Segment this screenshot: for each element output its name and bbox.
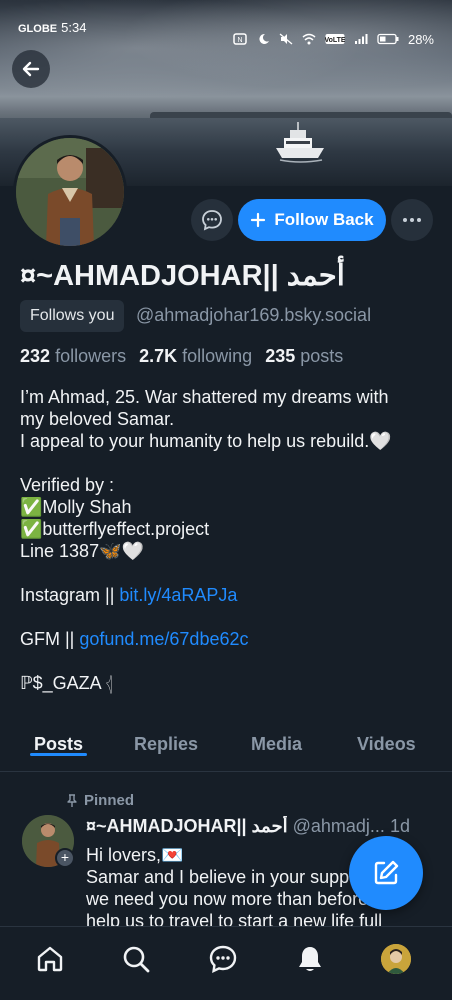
nav-home[interactable] <box>34 943 66 975</box>
tab-label: Media <box>251 734 303 754</box>
back-button[interactable] <box>12 50 50 88</box>
display-name: ¤~AHMADJOHAR|| أحمد <box>20 260 345 292</box>
post-time: 1d <box>389 816 410 836</box>
bio-line: Line 1387🦋🤍 <box>20 541 144 561</box>
gfm-prefix: GFM || <box>20 629 80 649</box>
mute-icon <box>279 33 293 45</box>
instagram-link[interactable]: bit.ly/4aRAPJa <box>119 585 237 605</box>
tab-videos[interactable]: Videos <box>357 720 416 755</box>
bio-verified-title: Verified by : <box>20 475 115 495</box>
compose-icon <box>374 860 399 885</box>
posts-stat: 235 posts <box>265 346 343 366</box>
post-author-handle[interactable]: @ahmadj... <box>293 816 385 836</box>
nav-profile[interactable] <box>380 943 412 975</box>
chat-icon <box>209 945 237 974</box>
banner-boat-image <box>276 122 324 163</box>
post-author-name[interactable]: ¤~AHMADJOHAR|| أحمد <box>86 816 288 836</box>
follow-plus-icon[interactable]: + <box>55 848 75 868</box>
pinned-indicator: Pinned <box>66 792 134 809</box>
bio-tag: ℙ$_GAZA 𓂆 <box>20 673 113 693</box>
plus-icon <box>251 212 266 228</box>
tab-media[interactable]: Media <box>251 720 302 755</box>
followers-stat[interactable]: 232 followers <box>20 346 126 366</box>
svg-text:N: N <box>237 37 242 44</box>
follow-back-button[interactable]: Follow Back <box>238 199 386 241</box>
tab-label: Posts <box>34 734 84 754</box>
followers-count: 232 <box>20 346 51 366</box>
search-icon <box>123 946 150 973</box>
profile-stats: 232 followers 2.7K following 235 posts <box>20 346 343 367</box>
instagram-prefix: Instagram || <box>20 585 120 605</box>
chat-bubble-icon <box>202 210 222 231</box>
bio-instagram: Instagram || bit.ly/4aRAPJa <box>20 584 440 606</box>
moon-icon <box>259 33 269 44</box>
wifi-icon <box>302 33 316 45</box>
gfm-link[interactable]: gofund.me/67dbe62c <box>79 629 248 649</box>
nfc-icon: N <box>233 33 247 45</box>
tab-posts[interactable]: Posts <box>30 720 88 756</box>
tab-label: Videos <box>357 734 416 754</box>
profile-bio: I’m Ahmad, 25. War shattered my dreams w… <box>20 386 440 694</box>
bottom-navigation <box>0 926 452 1000</box>
posts-count: 235 <box>265 346 296 366</box>
carrier-label: GLOBE <box>18 23 58 35</box>
following-stat[interactable]: 2.7K following <box>139 346 252 366</box>
pinned-label: Pinned <box>84 792 135 809</box>
profile-avatar <box>381 944 411 974</box>
more-options-button[interactable] <box>391 199 433 241</box>
volte-icon: VoLTE <box>325 34 345 44</box>
nav-search[interactable] <box>120 943 152 975</box>
tab-label: Replies <box>134 734 199 754</box>
nav-chat[interactable] <box>207 943 239 975</box>
message-button[interactable] <box>191 199 233 241</box>
profile-avatar[interactable] <box>13 135 127 249</box>
battery-icon <box>377 33 399 45</box>
avatar-photo <box>381 944 411 974</box>
bio-line: I’m Ahmad, 25. War shattered my dreams w… <box>20 387 389 407</box>
bio-gfm: GFM || gofund.me/67dbe62c <box>20 628 440 650</box>
bio-line: my beloved Samar. <box>20 409 175 429</box>
following-label: following <box>182 346 253 366</box>
ellipsis-icon <box>403 218 421 222</box>
bio-verified-item: ✅butterflyeffect.project <box>20 519 210 539</box>
profile-tabs: Posts Replies Media Videos <box>0 720 452 772</box>
bell-icon <box>299 947 321 971</box>
nav-notifications[interactable] <box>294 943 326 975</box>
compose-button[interactable] <box>349 836 423 910</box>
tab-replies[interactable]: Replies <box>134 720 198 755</box>
signal-icon <box>354 34 368 44</box>
battery-percent: 28% <box>407 31 434 47</box>
bio-line: I appeal to your humanity to help us reb… <box>20 431 392 451</box>
follows-you-badge: Follows you <box>20 300 125 332</box>
posts-label: posts <box>300 346 344 366</box>
arrow-left-icon <box>22 61 40 77</box>
followers-label: followers <box>55 346 127 366</box>
bio-verified-item: ✅Molly Shah <box>20 497 132 517</box>
active-tab-indicator <box>30 753 88 756</box>
status-bar: GLOBE 5:34 N VoLTE 28% <box>0 0 452 58</box>
home-icon <box>37 946 63 972</box>
clock: 5:34 <box>61 20 87 35</box>
follow-back-label: Follow Back <box>274 210 374 229</box>
pin-icon <box>67 793 77 807</box>
user-handle: @ahmadjohar169.bsky.social <box>136 305 372 325</box>
svg-text:VoLTE: VoLTE <box>325 37 345 44</box>
avatar-photo <box>16 138 124 246</box>
post-header: ¤~AHMADJOHAR|| أحمد @ahmadj... 1d <box>86 816 436 837</box>
following-count: 2.7K <box>139 346 178 366</box>
